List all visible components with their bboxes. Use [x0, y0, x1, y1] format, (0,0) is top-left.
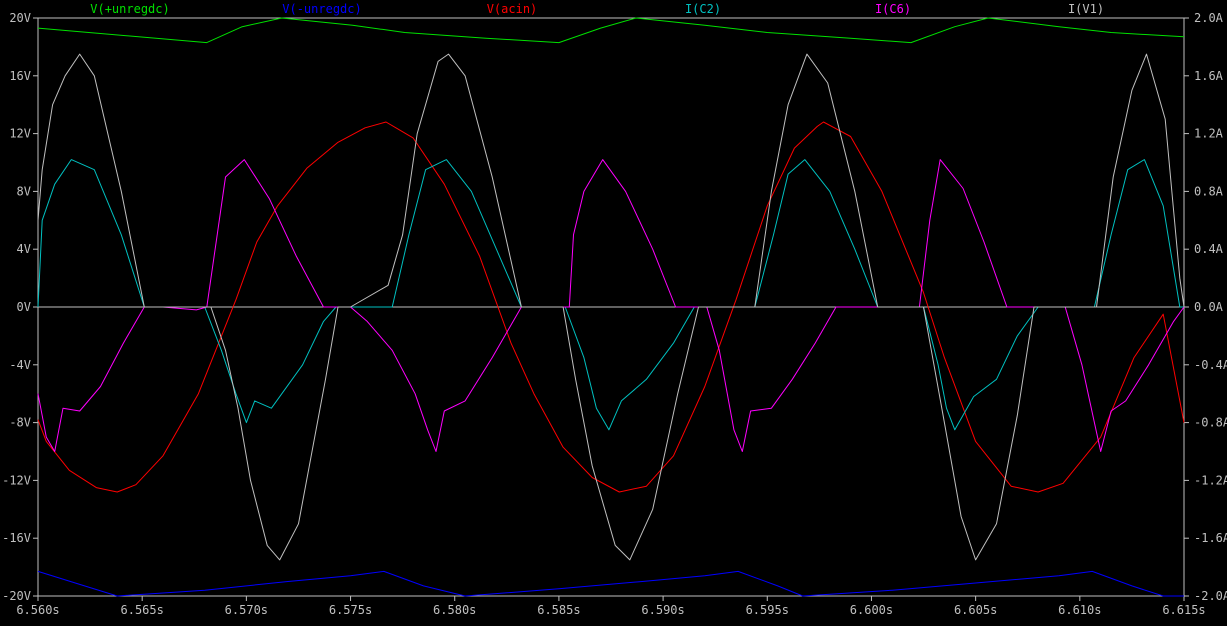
time-tick-label: 6.595s [746, 603, 789, 617]
left-axis-ticks: 20V 16V 12V 8V 4V 0V -4V -8V -12V -16V -20V [2, 11, 38, 603]
left-tick-label: -4V [9, 358, 31, 372]
trace-legend: V(+unregdc) V(-unregdc) V(acin) I(C2) I(C6) I… [90, 2, 1104, 16]
right-tick-label: 0.8A [1194, 184, 1224, 198]
legend-label-i-v1[interactable]: I(V1) [1068, 2, 1104, 16]
right-tick-label: -0.8A [1194, 416, 1227, 430]
waveform-chart: 20V 16V 12V 8V 4V 0V -4V -8V -12V -16V -20V 2.0A 1.… [2, 2, 1227, 617]
time-axis-ticks: 6.560s 6.565s 6.570s 6.575s 6.580s 6.585s 6.59… [16, 596, 1206, 617]
time-tick-label: 6.585s [537, 603, 580, 617]
time-tick-label: 6.580s [433, 603, 476, 617]
time-tick-label: 6.570s [225, 603, 268, 617]
time-tick-label: 6.615s [1162, 603, 1205, 617]
left-tick-label: -16V [2, 531, 31, 545]
left-tick-label: 16V [9, 69, 31, 83]
left-tick-label: 4V [17, 242, 31, 256]
right-tick-label: -1.2A [1194, 473, 1227, 487]
time-tick-label: 6.590s [641, 603, 684, 617]
right-tick-label: 0.0A [1194, 300, 1224, 314]
trace-i-c6 [37, 159, 1185, 452]
left-tick-label: 20V [9, 11, 31, 25]
right-tick-label: 2.0A [1194, 11, 1224, 25]
trace-v-unregdc [37, 570, 1184, 597]
right-tick-label: -1.6A [1194, 531, 1227, 545]
left-tick-label: -12V [2, 473, 31, 487]
right-tick-label: 1.2A [1194, 127, 1224, 141]
time-tick-label: 6.600s [850, 603, 893, 617]
trace-v-unregdc [37, 17, 1185, 44]
time-tick-label: 6.565s [121, 603, 164, 617]
legend-label-i-c6[interactable]: I(C6) [875, 2, 911, 16]
time-tick-label: 6.610s [1058, 603, 1101, 617]
time-tick-label: 6.605s [954, 603, 997, 617]
legend-label-v-unregdc[interactable]: V(-unregdc) [282, 2, 361, 16]
right-tick-label: 0.4A [1194, 242, 1224, 256]
left-tick-label: 12V [9, 127, 31, 141]
legend-label-v-acin[interactable]: V(acin) [487, 2, 538, 16]
left-tick-label: 8V [17, 184, 31, 198]
right-tick-label: -0.4A [1194, 358, 1227, 372]
right-axis-ticks: 2.0A 1.6A 1.2A 0.8A 0.4A 0.0A -0.4A -0.8A -1.2A -… [1184, 11, 1227, 603]
legend-label-i-c2[interactable]: I(C2) [685, 2, 721, 16]
left-tick-label: -8V [9, 416, 31, 430]
time-tick-label: 6.560s [16, 603, 59, 617]
legend-label-v-unregdc[interactable]: V(+unregdc) [90, 2, 169, 16]
left-tick-label: -20V [2, 589, 31, 603]
left-tick-label: 0V [17, 300, 31, 314]
waveform-viewer: 20V 16V 12V 8V 4V 0V -4V -8V -12V -16V -20V 2.0A 1.… [0, 0, 1227, 622]
right-tick-label: 1.6A [1194, 69, 1224, 83]
right-tick-label: -2.0A [1194, 589, 1227, 603]
trace-i-c2 [37, 159, 1184, 431]
time-tick-label: 6.575s [329, 603, 372, 617]
